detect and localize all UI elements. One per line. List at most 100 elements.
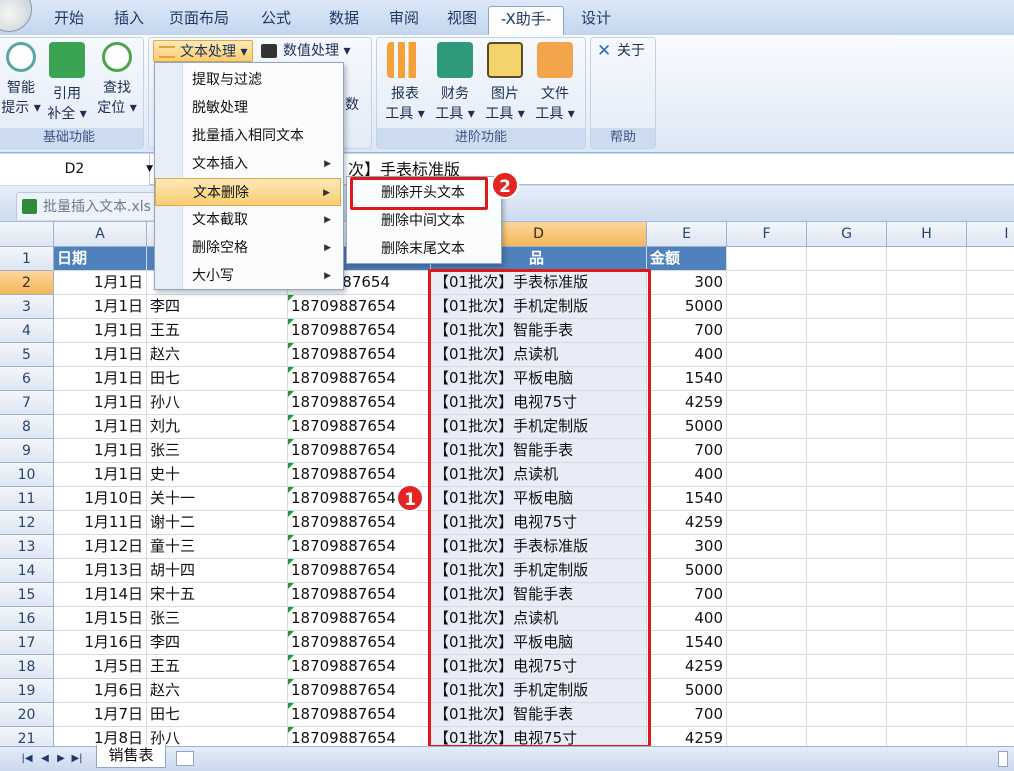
cell-i[interactable] — [967, 655, 1014, 679]
horizontal-scrollbar[interactable] — [998, 751, 1008, 767]
cell-c[interactable]: 18709887654 — [288, 295, 431, 319]
row-header[interactable]: 17 — [0, 631, 54, 655]
cell-i[interactable] — [967, 559, 1014, 583]
cell-c[interactable]: 18709887654 — [288, 511, 431, 535]
tab-ribbon-6[interactable]: 视图 — [436, 6, 488, 35]
finance-tools-button[interactable]: 财务 工具 ▾ — [431, 42, 479, 124]
tab-ribbon-0[interactable]: 开始 — [38, 6, 100, 35]
cell-c[interactable]: 18709887654 — [288, 319, 431, 343]
cell-b[interactable]: 张三 — [147, 607, 288, 631]
cell-e[interactable]: 400 — [647, 607, 727, 631]
cell-e[interactable]: 4259 — [647, 391, 727, 415]
cell-g[interactable] — [807, 607, 887, 631]
cell-f[interactable] — [727, 391, 807, 415]
cell-h[interactable] — [887, 367, 967, 391]
cell-e[interactable]: 1540 — [647, 631, 727, 655]
cell-e[interactable]: 金额 — [647, 247, 727, 271]
cell-i[interactable] — [967, 679, 1014, 703]
cell-g[interactable] — [807, 367, 887, 391]
cell-b[interactable]: 李四 — [147, 295, 288, 319]
cell-a[interactable]: 1月1日 — [54, 295, 147, 319]
name-box[interactable]: D2 ▼ — [0, 154, 153, 185]
cell-b[interactable]: 胡十四 — [147, 559, 288, 583]
cell-f[interactable] — [727, 487, 807, 511]
cell-f[interactable] — [727, 367, 807, 391]
row-header[interactable]: 15 — [0, 583, 54, 607]
row-header[interactable]: 8 — [0, 415, 54, 439]
cell-b[interactable]: 田七 — [147, 367, 288, 391]
select-all-corner[interactable] — [0, 222, 54, 247]
cell-b[interactable]: 田七 — [147, 703, 288, 727]
ref-complete-button[interactable]: 引用 补全 ▾ — [43, 42, 91, 124]
cell-h[interactable] — [887, 535, 967, 559]
row-header[interactable]: 2 — [0, 271, 54, 295]
cell-e[interactable]: 700 — [647, 439, 727, 463]
cell-f[interactable] — [727, 655, 807, 679]
cell-f[interactable] — [727, 511, 807, 535]
row-header[interactable]: 10 — [0, 463, 54, 487]
cell-f[interactable] — [727, 439, 807, 463]
cell-a[interactable]: 1月13日 — [54, 559, 147, 583]
cell-e[interactable]: 4259 — [647, 655, 727, 679]
cell-g[interactable] — [807, 511, 887, 535]
cell-a[interactable]: 1月1日 — [54, 463, 147, 487]
cell-a[interactable]: 1月1日 — [54, 439, 147, 463]
cell-g[interactable] — [807, 295, 887, 319]
image-tools-button[interactable]: 图片 工具 ▾ — [481, 42, 529, 124]
cell-g[interactable] — [807, 487, 887, 511]
row-header[interactable]: 20 — [0, 703, 54, 727]
cell-e[interactable]: 400 — [647, 463, 727, 487]
cell-b[interactable]: 王五 — [147, 319, 288, 343]
cell-i[interactable] — [967, 295, 1014, 319]
new-sheet-icon[interactable] — [176, 751, 194, 766]
cell-b[interactable]: 张三 — [147, 439, 288, 463]
cell-f[interactable] — [727, 319, 807, 343]
cell-e[interactable]: 1540 — [647, 367, 727, 391]
cell-b[interactable]: 宋十五 — [147, 583, 288, 607]
cell-e[interactable]: 700 — [647, 703, 727, 727]
workbook-tab[interactable]: 批量插入文本.xls — [16, 192, 162, 220]
cell-g[interactable] — [807, 343, 887, 367]
cell-b[interactable]: 赵六 — [147, 679, 288, 703]
tab-ribbon-1[interactable]: 插入 — [100, 6, 158, 35]
cell-g[interactable] — [807, 439, 887, 463]
cell-b[interactable]: 孙八 — [147, 727, 288, 746]
sheet-tab-sales[interactable]: 销售表 — [96, 745, 166, 768]
cell-h[interactable] — [887, 391, 967, 415]
cell-c[interactable]: 18709887654 — [288, 391, 431, 415]
cell-h[interactable] — [887, 487, 967, 511]
cell-g[interactable] — [807, 271, 887, 295]
first-sheet-icon[interactable]: |◀ — [20, 751, 34, 767]
cell-f[interactable] — [727, 535, 807, 559]
menu-item-2[interactable]: 批量插入相同文本 — [155, 122, 341, 150]
cell-c[interactable]: 18709887654 — [288, 559, 431, 583]
cell-g[interactable] — [807, 247, 887, 271]
cell-c[interactable]: 18709887654 — [288, 583, 431, 607]
cell-e[interactable]: 700 — [647, 319, 727, 343]
submenu-item-1[interactable]: 删除中间文本 — [348, 207, 500, 235]
column-header-e[interactable]: E — [647, 222, 727, 247]
cell-h[interactable] — [887, 319, 967, 343]
numeric-processing-button[interactable]: 数值处理 ▾ — [257, 40, 365, 62]
cell-g[interactable] — [807, 703, 887, 727]
cell-e[interactable]: 300 — [647, 535, 727, 559]
column-header-i[interactable]: I — [967, 222, 1014, 247]
cell-i[interactable] — [967, 607, 1014, 631]
row-header[interactable]: 19 — [0, 679, 54, 703]
cell-c[interactable]: 18709887654 — [288, 727, 431, 746]
cell-a[interactable]: 1月16日 — [54, 631, 147, 655]
row-header[interactable]: 21 — [0, 727, 54, 746]
cell-c[interactable]: 18709887654 — [288, 607, 431, 631]
cell-a[interactable]: 1月1日 — [54, 415, 147, 439]
row-header[interactable]: 12 — [0, 511, 54, 535]
smart-hint-button[interactable]: 智能 提示 ▾ — [0, 42, 45, 118]
cell-h[interactable] — [887, 295, 967, 319]
cell-i[interactable] — [967, 511, 1014, 535]
file-tools-button[interactable]: 文件 工具 ▾ — [531, 42, 579, 124]
cell-f[interactable] — [727, 727, 807, 746]
cell-a[interactable]: 1月7日 — [54, 703, 147, 727]
cell-g[interactable] — [807, 559, 887, 583]
cell-i[interactable] — [967, 439, 1014, 463]
cell-h[interactable] — [887, 439, 967, 463]
row-header[interactable]: 18 — [0, 655, 54, 679]
